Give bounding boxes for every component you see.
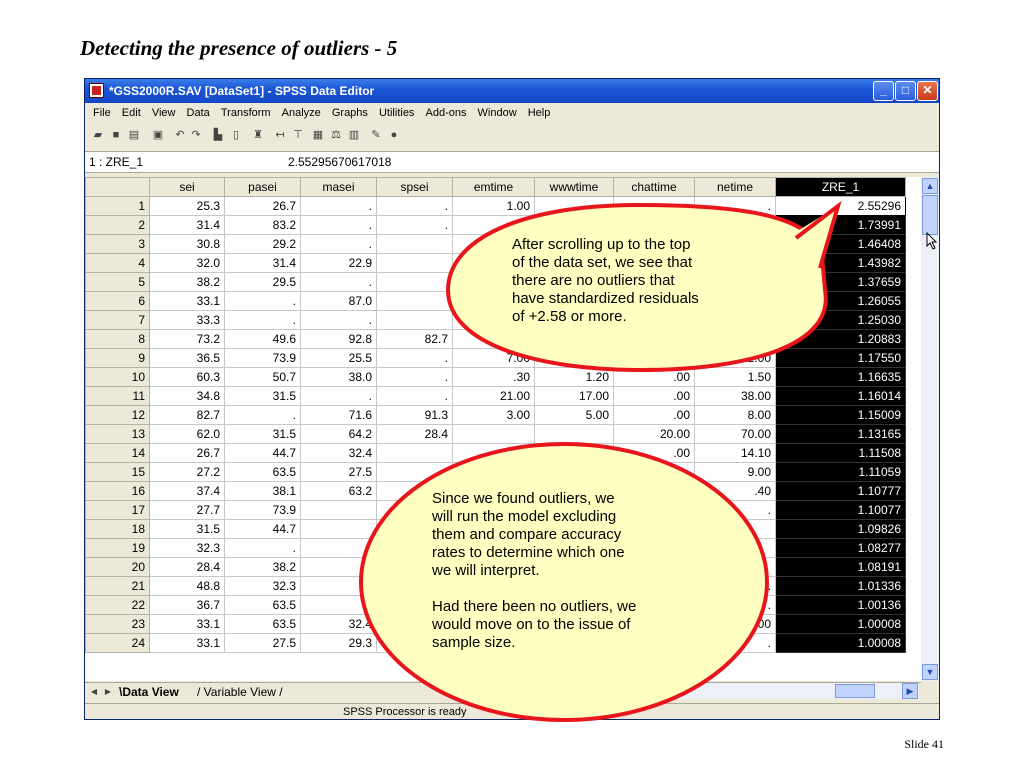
callout-line: sample size.	[432, 634, 516, 651]
callout-line: will run the model excluding	[432, 508, 617, 525]
callout-line: them and compare accuracy	[432, 526, 622, 543]
callout-line: have standardized residuals	[512, 290, 699, 307]
callout-spacer	[432, 580, 636, 598]
callout-line: there are no outliers that	[512, 272, 675, 289]
callout-line: rates to determine which one	[432, 544, 625, 561]
callout-line: would move on to the issue of	[432, 616, 631, 633]
callout-line: Since we found outliers, we	[432, 490, 615, 507]
callout-bottom-text: Since we found outliers, we will run the…	[432, 490, 636, 652]
callout-line: After scrolling up to the top	[512, 236, 691, 253]
callout-line: we will interpret.	[432, 562, 540, 579]
callout-line: of the data set, we see that	[512, 254, 693, 271]
callout-layer	[359, 200, 842, 722]
callout-line: Had there been no outliers, we	[432, 598, 637, 615]
callout-top-text: After scrolling up to the top of the dat…	[512, 236, 699, 326]
slide-number: Slide 41	[904, 737, 944, 751]
callout-line: of +2.58 or more.	[512, 308, 627, 325]
